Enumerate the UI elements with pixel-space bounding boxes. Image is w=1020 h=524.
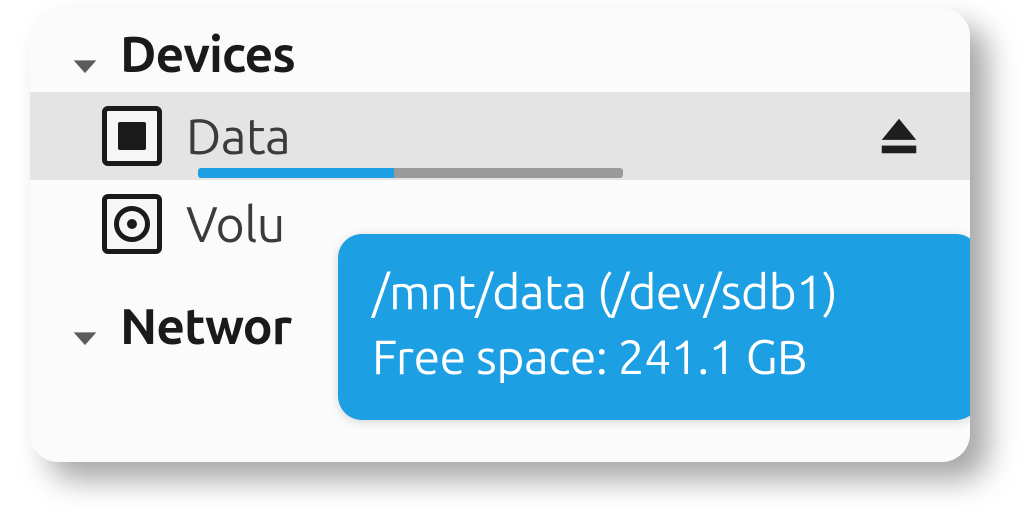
chevron-down-icon <box>68 309 102 343</box>
sidebar-item-label: Data <box>186 108 290 164</box>
chip-icon <box>102 106 162 166</box>
section-header-devices[interactable]: Devices <box>30 8 970 92</box>
sidebar-panel: Devices Data Volu Networ /mnt <box>30 8 970 462</box>
disc-icon <box>102 194 162 254</box>
section-title: Devices <box>120 26 295 82</box>
sidebar-item-label: Volu <box>186 196 285 252</box>
usage-bar <box>198 168 623 178</box>
section-header-network[interactable]: Networ <box>30 268 970 364</box>
eject-icon[interactable] <box>876 113 922 159</box>
chevron-down-icon <box>68 37 102 71</box>
section-title: Networ <box>120 298 291 354</box>
usage-bar-fill <box>198 168 394 178</box>
sidebar-item-volume[interactable]: Volu <box>30 180 970 268</box>
sidebar-item-data[interactable]: Data <box>30 92 970 180</box>
